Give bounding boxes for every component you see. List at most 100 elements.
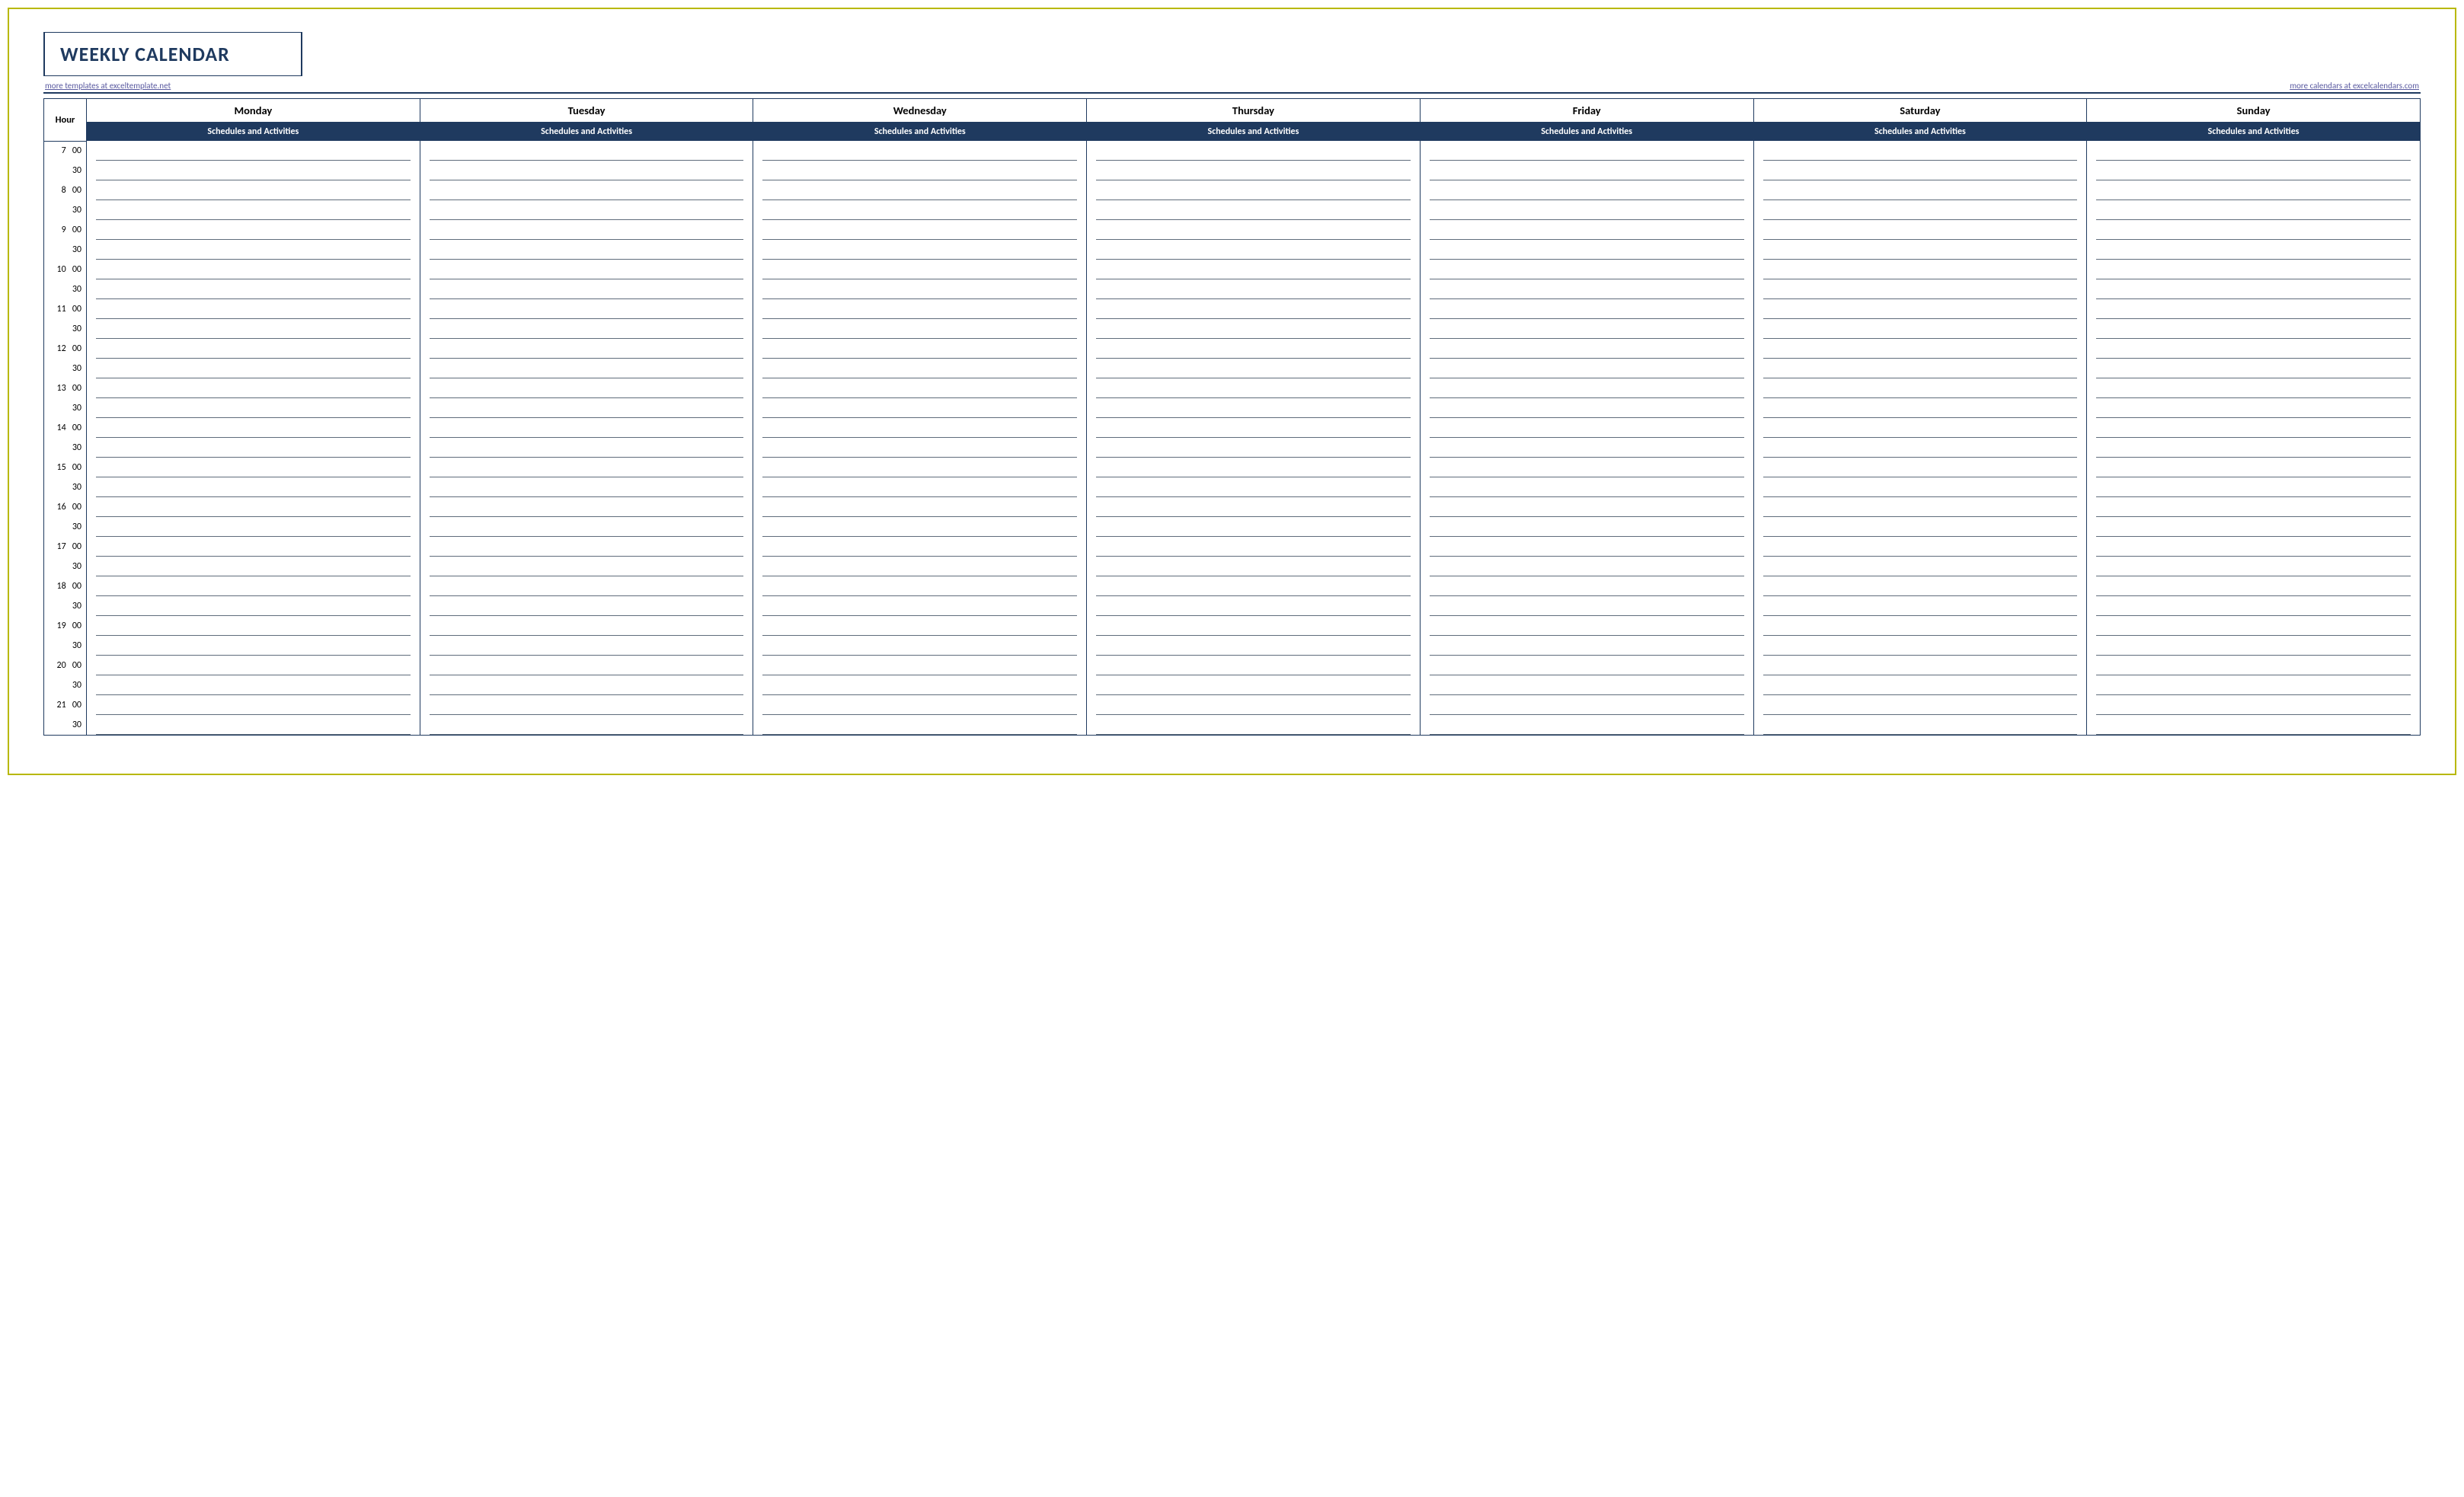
schedule-slot[interactable] [87,715,420,735]
schedule-slot[interactable] [87,200,420,220]
schedule-slot[interactable] [2087,378,2421,398]
schedule-slot[interactable] [1087,378,1421,398]
schedule-slot[interactable] [420,517,753,537]
schedule-slot[interactable] [87,418,420,438]
schedule-slot[interactable] [87,458,420,477]
schedule-slot[interactable] [1753,299,2087,319]
schedule-slot[interactable] [1420,180,1753,200]
schedule-slot[interactable] [420,378,753,398]
schedule-slot[interactable] [420,220,753,240]
schedule-slot[interactable] [2087,576,2421,596]
schedule-slot[interactable] [1420,715,1753,735]
schedule-slot[interactable] [1420,299,1753,319]
schedule-slot[interactable] [1420,339,1753,359]
schedule-slot[interactable] [2087,180,2421,200]
schedule-slot[interactable] [2087,141,2421,161]
schedule-slot[interactable] [87,339,420,359]
schedule-slot[interactable] [2087,715,2421,735]
schedule-slot[interactable] [753,398,1087,418]
schedule-slot[interactable] [1087,675,1421,695]
schedule-slot[interactable] [420,616,753,636]
schedule-slot[interactable] [1753,656,2087,675]
schedule-slot[interactable] [753,161,1087,180]
schedule-slot[interactable] [1420,537,1753,557]
schedule-slot[interactable] [1420,378,1753,398]
schedule-slot[interactable] [420,438,753,458]
schedule-slot[interactable] [1420,359,1753,378]
schedule-slot[interactable] [1087,260,1421,279]
schedule-slot[interactable] [1087,141,1421,161]
schedule-slot[interactable] [420,715,753,735]
schedule-slot[interactable] [1420,260,1753,279]
schedule-slot[interactable] [87,636,420,656]
schedule-slot[interactable] [87,279,420,299]
schedule-slot[interactable] [753,636,1087,656]
schedule-slot[interactable] [753,675,1087,695]
schedule-slot[interactable] [1753,576,2087,596]
schedule-slot[interactable] [2087,596,2421,616]
schedule-slot[interactable] [1087,557,1421,576]
schedule-slot[interactable] [1753,537,2087,557]
schedule-slot[interactable] [2087,497,2421,517]
schedule-slot[interactable] [1753,279,2087,299]
schedule-slot[interactable] [87,557,420,576]
schedule-slot[interactable] [1087,161,1421,180]
schedule-slot[interactable] [87,299,420,319]
schedule-slot[interactable] [1087,359,1421,378]
schedule-slot[interactable] [420,636,753,656]
schedule-slot[interactable] [420,656,753,675]
schedule-slot[interactable] [1087,299,1421,319]
schedule-slot[interactable] [2087,656,2421,675]
schedule-slot[interactable] [87,596,420,616]
schedule-slot[interactable] [1753,596,2087,616]
schedule-slot[interactable] [420,557,753,576]
schedule-slot[interactable] [1087,458,1421,477]
schedule-slot[interactable] [420,537,753,557]
schedule-slot[interactable] [1087,200,1421,220]
schedule-slot[interactable] [420,319,753,339]
schedule-slot[interactable] [1420,220,1753,240]
schedule-slot[interactable] [2087,359,2421,378]
schedule-slot[interactable] [753,220,1087,240]
schedule-slot[interactable] [1753,240,2087,260]
schedule-slot[interactable] [1087,477,1421,497]
schedule-slot[interactable] [420,477,753,497]
schedule-slot[interactable] [1087,418,1421,438]
schedule-slot[interactable] [420,418,753,438]
schedule-slot[interactable] [2087,477,2421,497]
schedule-slot[interactable] [2087,537,2421,557]
schedule-slot[interactable] [2087,200,2421,220]
schedule-slot[interactable] [753,656,1087,675]
schedule-slot[interactable] [420,161,753,180]
schedule-slot[interactable] [1420,557,1753,576]
schedule-slot[interactable] [753,616,1087,636]
schedule-slot[interactable] [2087,517,2421,537]
schedule-slot[interactable] [1087,180,1421,200]
schedule-slot[interactable] [420,260,753,279]
schedule-slot[interactable] [1420,695,1753,715]
schedule-slot[interactable] [1087,279,1421,299]
schedule-slot[interactable] [1753,339,2087,359]
schedule-slot[interactable] [753,695,1087,715]
schedule-slot[interactable] [1087,339,1421,359]
schedule-slot[interactable] [753,378,1087,398]
schedule-slot[interactable] [1420,200,1753,220]
schedule-slot[interactable] [1087,398,1421,418]
schedule-slot[interactable] [753,299,1087,319]
schedule-slot[interactable] [1087,596,1421,616]
schedule-slot[interactable] [753,715,1087,735]
schedule-slot[interactable] [87,161,420,180]
schedule-slot[interactable] [1420,458,1753,477]
schedule-slot[interactable] [1753,141,2087,161]
schedule-slot[interactable] [1753,200,2087,220]
schedule-slot[interactable] [420,141,753,161]
schedule-slot[interactable] [2087,675,2421,695]
schedule-slot[interactable] [87,359,420,378]
schedule-slot[interactable] [1753,359,2087,378]
schedule-slot[interactable] [420,359,753,378]
schedule-slot[interactable] [2087,240,2421,260]
schedule-slot[interactable] [1087,240,1421,260]
schedule-slot[interactable] [1753,319,2087,339]
schedule-slot[interactable] [87,141,420,161]
schedule-slot[interactable] [753,418,1087,438]
